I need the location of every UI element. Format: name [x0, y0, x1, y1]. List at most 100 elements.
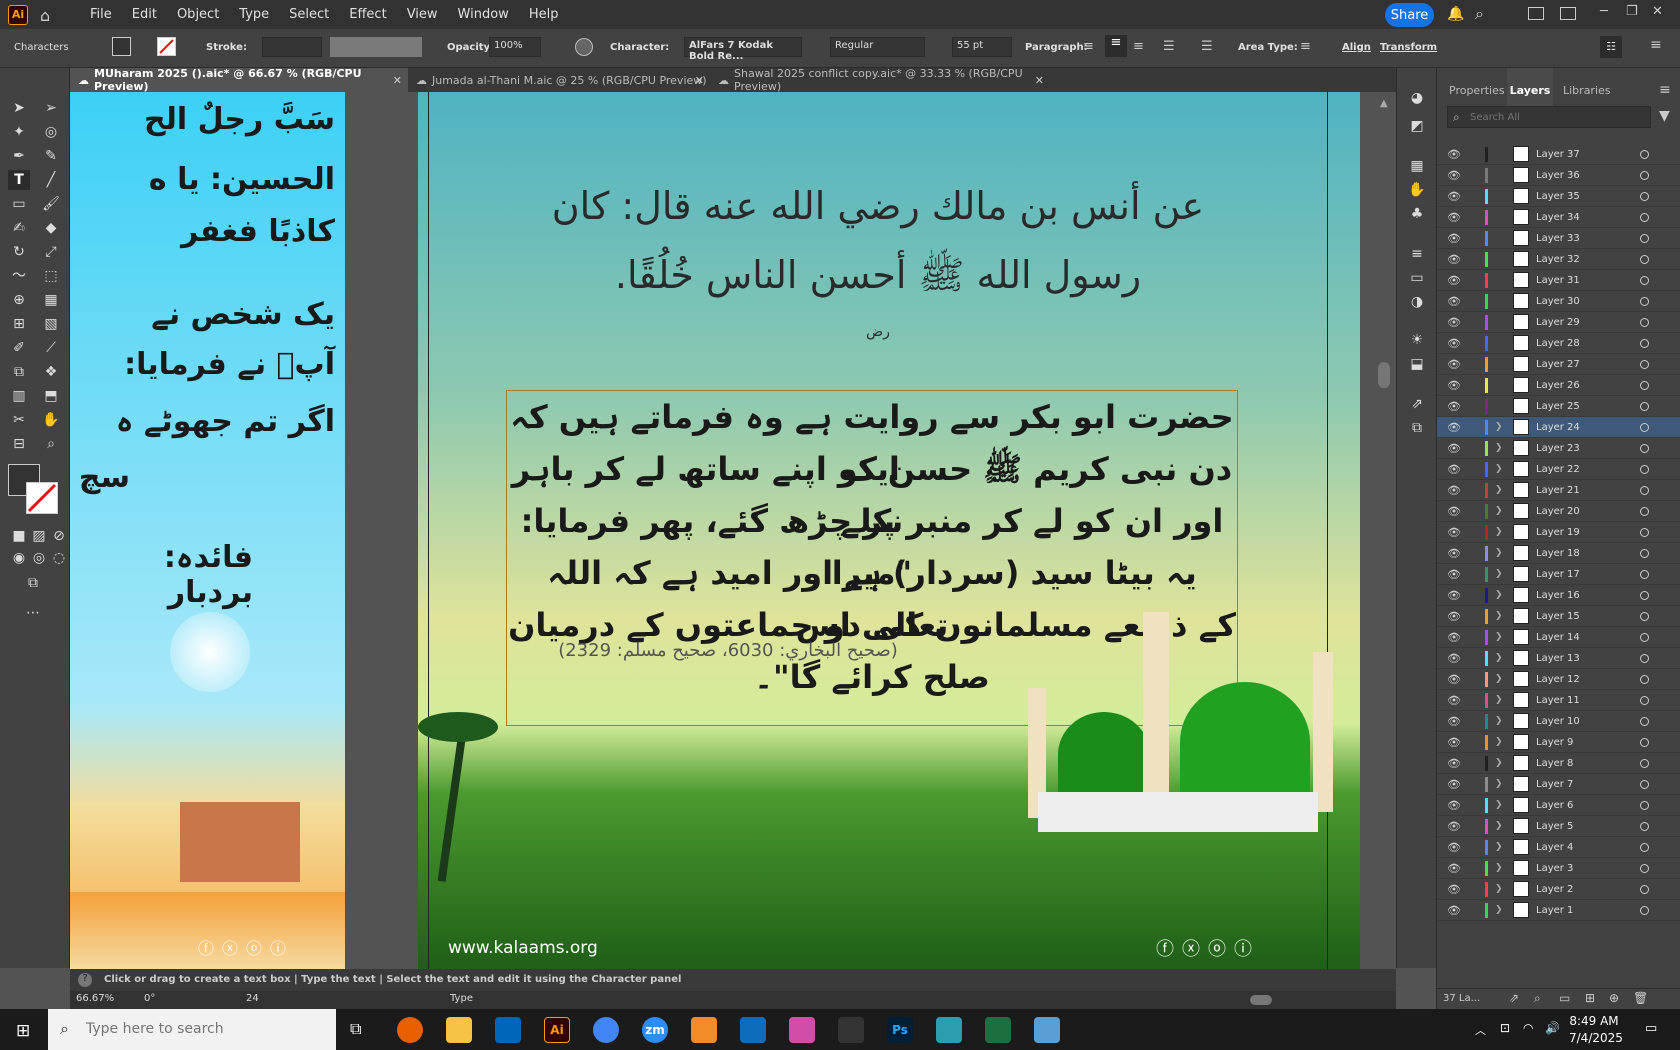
rotate-tool-icon[interactable]: ↻ [8, 242, 30, 262]
layer-row[interactable]: 👁 ❯ Layer 16 [1437, 585, 1680, 606]
visibility-eye-icon[interactable]: 👁 [1447, 862, 1461, 875]
symbol-sprayer-icon[interactable]: ❖ [40, 362, 62, 382]
draw-behind-icon[interactable]: ◎ [28, 548, 50, 568]
visibility-eye-icon[interactable]: 👁 [1447, 484, 1461, 497]
new-sublayer-icon[interactable]: ⊞ [1585, 991, 1595, 1005]
align-link[interactable]: Align [1342, 42, 1371, 53]
panel-menu-icon[interactable]: ≡ [1659, 82, 1671, 98]
notifications-icon[interactable]: ▭ [1645, 1021, 1657, 1036]
layer-row[interactable]: 👁 ❯ Layer 23 [1437, 438, 1680, 459]
visibility-eye-icon[interactable]: 👁 [1447, 694, 1461, 707]
layer-row[interactable]: 👁 Layer 36 [1437, 165, 1680, 186]
visibility-eye-icon[interactable]: 👁 [1447, 400, 1461, 413]
layer-row[interactable]: 👁 Layer 29 [1437, 312, 1680, 333]
expand-arrow-icon[interactable]: ❯ [1495, 569, 1503, 579]
visibility-eye-icon[interactable]: 👁 [1447, 169, 1461, 182]
expand-arrow-icon[interactable]: ❯ [1495, 800, 1503, 810]
edit-toolbar-icon[interactable]: ⋯ [22, 603, 44, 623]
canvas[interactable]: سَبَّ رجلٌ الح الحسين: يا ه كاذبًا فغفر … [70, 92, 1396, 969]
workspace-icon[interactable] [1560, 7, 1576, 20]
layer-row[interactable]: 👁 Layer 28 [1437, 333, 1680, 354]
artboards-panel-icon[interactable]: ⧉ [1406, 418, 1428, 438]
scroll-thumb[interactable] [1378, 362, 1390, 388]
visibility-eye-icon[interactable]: 👁 [1447, 589, 1461, 602]
type-tool-icon[interactable]: T [8, 170, 30, 190]
stroke-swatch[interactable] [157, 37, 176, 56]
menu-object[interactable]: Object [167, 7, 229, 22]
expand-arrow-icon[interactable]: ❯ [1495, 653, 1503, 663]
filter-icon[interactable]: ▼ [1659, 108, 1670, 124]
layer-target-icon[interactable] [1640, 233, 1649, 243]
line-tool-icon[interactable]: ╱ [40, 170, 62, 190]
magic-wand-icon[interactable]: ✦ [8, 122, 30, 142]
direct-selection-tool-icon[interactable]: ➢ [40, 98, 62, 118]
layer-target-icon[interactable] [1640, 338, 1649, 348]
close-window-icon[interactable]: ✕ [1652, 4, 1663, 19]
clipping-mask-icon[interactable]: ▭ [1559, 991, 1570, 1005]
numbering-icon[interactable]: ☰ [1201, 39, 1213, 54]
zoom-field[interactable]: 66.67% [76, 993, 114, 1004]
layer-row[interactable]: 👁 ❯ Layer 22 [1437, 459, 1680, 480]
firefox-icon[interactable] [397, 1017, 423, 1043]
layer-target-icon[interactable] [1640, 401, 1649, 411]
horizontal-scroll-thumb[interactable] [1250, 995, 1272, 1005]
layer-target-icon[interactable] [1640, 674, 1649, 684]
graphic-styles-icon[interactable]: ⬓ [1406, 354, 1428, 374]
export-icon[interactable]: ⇗ [1406, 394, 1428, 414]
layer-row[interactable]: 👁 ❯ Layer 5 [1437, 816, 1680, 837]
align-right-icon[interactable]: ≡ [1133, 39, 1144, 54]
curvature-tool-icon[interactable]: ✎ [40, 146, 62, 166]
screen-mode-icon[interactable]: ⧉ [22, 573, 44, 593]
layer-target-icon[interactable] [1640, 464, 1649, 474]
expand-arrow-icon[interactable]: ❯ [1495, 779, 1503, 789]
taskbar-search[interactable]: ⌕ [48, 1009, 336, 1050]
measure-icon[interactable]: ⟋ [40, 338, 62, 358]
visibility-eye-icon[interactable]: 👁 [1447, 190, 1461, 203]
export-layer-icon[interactable]: ⇗ [1509, 991, 1519, 1005]
layer-target-icon[interactable] [1640, 548, 1649, 558]
graph-tool-icon[interactable]: ▥ [8, 386, 30, 406]
layer-target-icon[interactable] [1640, 170, 1649, 180]
windows-start-icon[interactable]: ⊞ [16, 1021, 30, 1041]
gradient-mode-icon[interactable]: ▨ [28, 526, 50, 546]
align-left-icon[interactable]: ≡ [1083, 39, 1094, 54]
close-tab-icon[interactable]: ✕ [695, 74, 704, 87]
urdu-text-box[interactable]: حضرت ابو بکر سے روایت ہے وہ فرماتے ہیں ک… [506, 390, 1238, 726]
visibility-eye-icon[interactable]: 👁 [1447, 547, 1461, 560]
restore-icon[interactable]: ❐ [1626, 4, 1638, 19]
layer-target-icon[interactable] [1640, 317, 1649, 327]
photoshop-icon[interactable]: Ps [887, 1017, 913, 1043]
layer-row[interactable]: 👁 ❯ Layer 2 [1437, 879, 1680, 900]
visibility-eye-icon[interactable]: 👁 [1447, 820, 1461, 833]
visibility-eye-icon[interactable]: 👁 [1447, 442, 1461, 455]
layer-target-icon[interactable] [1640, 527, 1649, 537]
font-style-field[interactable]: Regular [830, 37, 925, 57]
pen-app-icon[interactable] [838, 1017, 864, 1043]
expand-arrow-icon[interactable]: ❯ [1495, 758, 1503, 768]
visibility-eye-icon[interactable]: 👁 [1447, 841, 1461, 854]
visibility-eye-icon[interactable]: 👁 [1447, 799, 1461, 812]
clock-date[interactable]: 7/4/2025 [1569, 1031, 1623, 1045]
visibility-eye-icon[interactable]: 👁 [1447, 148, 1461, 161]
taskbar-search-input[interactable] [86, 1019, 256, 1039]
font-size-field[interactable]: 55 pt [952, 37, 1012, 57]
home-icon[interactable]: ⌂ [40, 6, 60, 25]
artboard-main[interactable]: عن أنس بن مالك رضي الله عنه قال: كان رسو… [418, 92, 1360, 969]
eraser-icon[interactable]: ◆ [40, 218, 62, 238]
illustrator-logo[interactable]: Ai [8, 4, 28, 25]
layer-target-icon[interactable] [1640, 758, 1649, 768]
visibility-eye-icon[interactable]: 👁 [1447, 673, 1461, 686]
layer-row[interactable]: 👁 Layer 27 [1437, 354, 1680, 375]
layer-row[interactable]: 👁 Layer 33 [1437, 228, 1680, 249]
minimize-icon[interactable]: ─ [1600, 4, 1608, 19]
layer-target-icon[interactable] [1640, 359, 1649, 369]
pen-tool-icon[interactable]: ✒ [8, 146, 30, 166]
visibility-eye-icon[interactable]: 👁 [1447, 295, 1461, 308]
visibility-eye-icon[interactable]: 👁 [1447, 379, 1461, 392]
selection-tool-icon[interactable]: ➤ [8, 98, 30, 118]
layer-target-icon[interactable] [1640, 842, 1649, 852]
layer-row[interactable]: 👁 ❯ Layer 18 [1437, 543, 1680, 564]
layer-target-icon[interactable] [1640, 212, 1649, 222]
stroke-weight-field[interactable] [262, 37, 322, 57]
shaper-tool-icon[interactable]: ✍ [8, 218, 30, 238]
